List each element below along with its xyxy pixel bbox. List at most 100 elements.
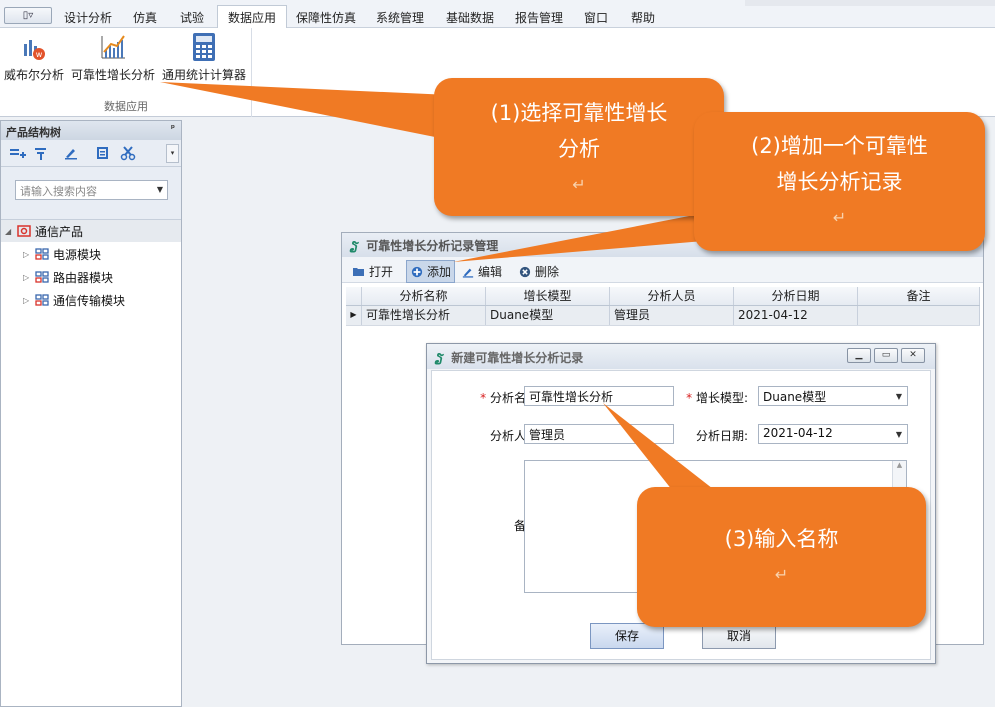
- maximize-icon[interactable]: ▭: [874, 348, 898, 363]
- add-button[interactable]: 添加: [406, 260, 456, 283]
- callout-1-line-2: 分析: [558, 137, 600, 161]
- edit-label: 编辑: [478, 265, 503, 279]
- analysis-date-picker[interactable]: 2021-04-12 ▼: [758, 424, 908, 444]
- required-mark: *: [480, 391, 487, 405]
- menu-data-application[interactable]: 数据应用: [217, 5, 288, 29]
- product-structure-panel: 产品结构树 ᵖ ▾ 请输入搜索内容 ▼ ◢ 通信产品 ▷ 电源模块 ▷ 路由器模: [0, 120, 182, 707]
- return-mark: ↵: [832, 207, 847, 227]
- menu-help[interactable]: 帮助: [631, 9, 655, 26]
- callout-2-line-2: 增长分析记录: [776, 169, 903, 194]
- return-mark: ↵: [774, 565, 789, 584]
- title-bar-remnant: [745, 0, 995, 6]
- panel-title: 产品结构树 ᵖ: [1, 121, 181, 140]
- tree-node-label: 路由器模块: [53, 270, 114, 285]
- menu-support-simulation[interactable]: 保障性仿真: [296, 9, 356, 26]
- delete-button[interactable]: 删除: [518, 263, 559, 280]
- records-table: 分析名称 增长模型 分析人员 分析日期 备注 ▶ 可靠性增长分析 Duane模型…: [346, 287, 980, 326]
- analysis-name-input[interactable]: 可靠性增长分析: [524, 386, 674, 406]
- cell-note[interactable]: [858, 306, 980, 325]
- product-icon: [17, 225, 31, 237]
- row-pointer-icon: ▶: [346, 306, 362, 325]
- menu-bar: ▯▿ 设计分析 仿真 试验 数据应用 保障性仿真 系统管理 基础数据 报告管理 …: [0, 0, 995, 29]
- reliability-growth-button[interactable]: 可靠性增长分析: [70, 32, 156, 83]
- app-logo-icon: ຽ: [350, 239, 359, 253]
- expand-arrow-icon[interactable]: ▷: [23, 296, 35, 305]
- statistics-calculator-label: 通用统计计算器: [161, 68, 246, 82]
- required-mark: *: [686, 391, 693, 405]
- edit-button[interactable]: 编辑: [461, 263, 502, 280]
- table-header: 分析名称 增长模型 分析人员 分析日期 备注: [346, 287, 980, 306]
- open-button[interactable]: 打开: [352, 263, 393, 280]
- cell-name[interactable]: 可靠性增长分析: [362, 306, 486, 325]
- menu-report-management[interactable]: 报告管理: [515, 9, 563, 26]
- menu-simulation[interactable]: 仿真: [133, 9, 157, 26]
- ribbon-group-data-application: w 威布尔分析 可靠性增长分析 通用统计计算器 数据应用: [0, 28, 252, 117]
- analysis-date-value: 2021-04-12: [763, 426, 833, 440]
- table-row[interactable]: ▶ 可靠性增长分析 Duane模型 管理员 2021-04-12: [346, 306, 980, 326]
- copy-icon[interactable]: [96, 146, 110, 160]
- column-header-model[interactable]: 增长模型: [486, 287, 610, 305]
- growth-model-label-text: 增长模型:: [695, 391, 748, 405]
- menu-basic-data[interactable]: 基础数据: [446, 9, 494, 26]
- add-circle-icon: [411, 266, 423, 278]
- record-manager-title: 可靠性增长分析记录管理: [366, 239, 499, 253]
- dropdown-icon[interactable]: ▼: [896, 430, 902, 439]
- cut-icon[interactable]: [120, 145, 136, 161]
- panel-title-text: 产品结构树: [6, 126, 61, 139]
- expand-arrow-icon[interactable]: ▷: [23, 250, 35, 259]
- expand-arrow-icon[interactable]: ▷: [23, 273, 35, 282]
- growth-model-label: * 增长模型:: [682, 389, 748, 406]
- ribbon-group-label: 数据应用: [104, 100, 148, 113]
- callout-step-1: (1)选择可靠性增长 分析 ↵: [434, 78, 724, 216]
- record-toolbar: 打开 添加 编辑 删除: [342, 257, 983, 283]
- cell-analyst[interactable]: 管理员: [610, 306, 734, 325]
- statistics-calculator-button[interactable]: 通用统计计算器: [160, 32, 248, 83]
- pin-icon[interactable]: ᵖ: [171, 124, 175, 134]
- growth-model-select[interactable]: Duane模型 ▼: [758, 386, 908, 406]
- module-icon: [35, 248, 49, 260]
- analysis-date-label: 分析日期:: [695, 429, 748, 443]
- delete-label: 删除: [535, 265, 560, 279]
- dialog-titlebar: ຽ 新建可靠性增长分析记录 ▁ ▭ ✕: [427, 344, 935, 369]
- tree-node-router-module[interactable]: ▷ 路由器模块: [23, 266, 113, 288]
- menu-window[interactable]: 窗口: [584, 9, 608, 26]
- callout-2-line-1: (2)增加一个可靠性: [751, 133, 928, 158]
- collapse-arrow-icon[interactable]: ◢: [5, 227, 17, 236]
- folder-open-icon: [353, 268, 364, 276]
- app-logo-icon: ຽ: [435, 351, 444, 365]
- dropdown-icon[interactable]: ▼: [896, 392, 902, 401]
- cell-model[interactable]: Duane模型: [486, 306, 610, 325]
- menu-design-analysis[interactable]: 设计分析: [64, 9, 112, 26]
- callout-1-line-1: (1)选择可靠性增长: [490, 101, 668, 125]
- edit-icon[interactable]: [64, 146, 78, 160]
- search-dropdown-icon[interactable]: ▼: [157, 185, 163, 194]
- add-child-icon[interactable]: [34, 147, 48, 161]
- tree-toolbar: ▾: [1, 140, 181, 167]
- module-icon: [35, 271, 49, 283]
- toolbar-overflow-dropdown[interactable]: ▾: [166, 144, 179, 163]
- weibull-analysis-button[interactable]: w 威布尔分析: [4, 32, 64, 83]
- tree-node-label: 电源模块: [53, 247, 102, 262]
- column-header-date[interactable]: 分析日期: [734, 287, 858, 305]
- weibull-analysis-label: 威布尔分析: [4, 68, 65, 82]
- growth-chart-icon: [101, 35, 125, 59]
- menu-system-management[interactable]: 系统管理: [376, 9, 424, 26]
- return-mark: ↵: [572, 175, 586, 194]
- tree-node-power-module[interactable]: ▷ 电源模块: [23, 243, 101, 265]
- tree-node-transmission-module[interactable]: ▷ 通信传输模块: [23, 289, 125, 311]
- menu-test[interactable]: 试验: [180, 9, 204, 26]
- cell-date[interactable]: 2021-04-12: [734, 306, 858, 325]
- column-header-note[interactable]: 备注: [858, 287, 980, 305]
- open-label: 打开: [369, 265, 394, 279]
- analyst-input[interactable]: 管理员: [524, 424, 674, 444]
- pencil-icon: [462, 268, 474, 278]
- tree-node-label: 通信产品: [35, 224, 84, 239]
- tree-search-input[interactable]: 请输入搜索内容 ▼: [15, 180, 168, 200]
- tree-node-root[interactable]: ◢ 通信产品: [5, 220, 83, 242]
- app-menu-button[interactable]: ▯▿: [4, 7, 52, 24]
- close-icon[interactable]: ✕: [901, 348, 925, 363]
- column-header-analyst[interactable]: 分析人员: [610, 287, 734, 305]
- column-header-name[interactable]: 分析名称: [362, 287, 486, 305]
- add-node-icon[interactable]: [9, 147, 27, 161]
- minimize-icon[interactable]: ▁: [847, 348, 871, 363]
